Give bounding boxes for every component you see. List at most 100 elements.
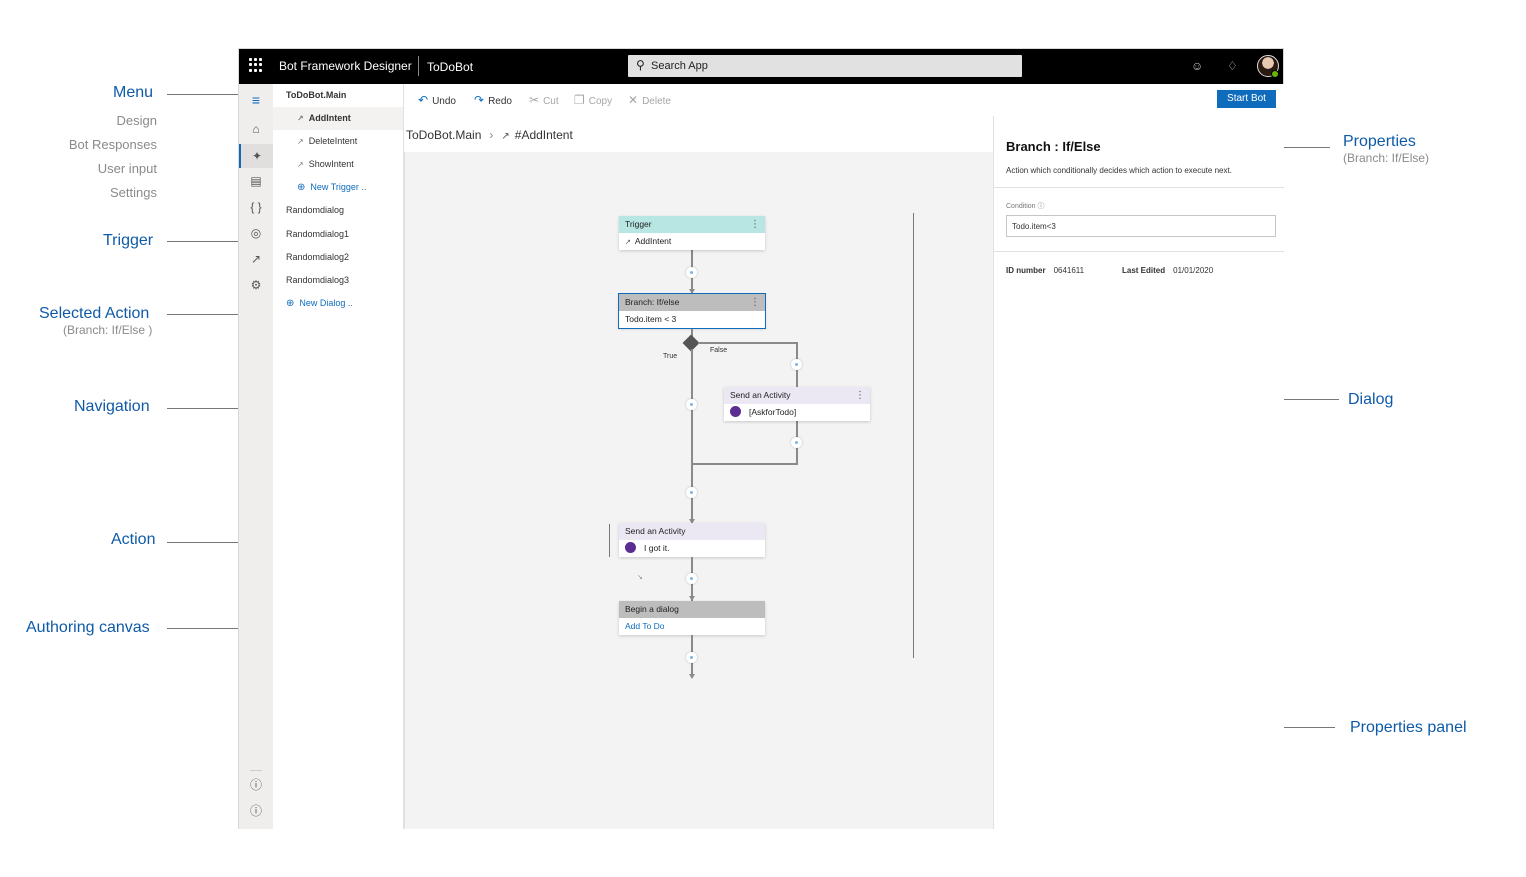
false-activity-value: [AskforTodo] — [749, 407, 797, 417]
help-icon[interactable]: ⓘ — [239, 773, 273, 797]
bell-icon[interactable]: ♢ — [1227, 59, 1238, 73]
more-options-icon[interactable]: ⋮ — [855, 387, 865, 404]
branch-node-title: Branch: If/else — [625, 297, 680, 307]
delete-button[interactable]: ✕ Delete — [628, 93, 671, 107]
home-icon[interactable]: ⌂ — [239, 117, 273, 141]
begin-dialog-node[interactable]: Begin a dialog Add To Do — [619, 601, 765, 635]
breadcrumb-root[interactable]: ToDoBot.Main — [406, 128, 481, 142]
intent-icon: ↗ — [501, 131, 510, 142]
title-divider — [418, 56, 419, 76]
search-icon: ⚲ — [636, 58, 645, 72]
braces-icon[interactable]: { } — [239, 195, 273, 219]
copy-label: Copy — [588, 96, 613, 107]
breadcrumb-current: #AddIntent — [514, 128, 573, 142]
bot-icon[interactable]: ◎ — [239, 221, 273, 245]
trigger-node-value: AddIntent — [634, 236, 672, 246]
activity-node-title: Send an Activity — [625, 526, 686, 536]
activity-node[interactable]: Send an Activity I got it. — [619, 523, 765, 557]
analytics-icon[interactable]: ↗ — [239, 247, 273, 271]
nav-item-label: Randomdialog2 — [286, 252, 350, 262]
info-icon[interactable]: ⓘ — [239, 799, 273, 823]
project-title: ToDoBot — [427, 60, 474, 74]
branch-node-body: Todo.item < 3 — [619, 311, 765, 328]
id-label: ID number — [1006, 266, 1046, 275]
last-edited-label: Last Edited — [1122, 266, 1166, 275]
cut-button[interactable]: ✂ Cut — [529, 93, 559, 107]
redo-label: Redo — [488, 96, 512, 107]
false-activity-body: [AskforTodo] — [724, 404, 870, 421]
search-input[interactable]: ⚲ Search App — [628, 55, 1022, 77]
nav-dialog-randomdialog3[interactable]: Randomdialog3 — [273, 269, 403, 292]
nav-dialog-randomdialog[interactable]: Randomdialog — [273, 199, 403, 222]
false-activity-title: Send an Activity — [730, 390, 791, 400]
flow-connector — [698, 342, 797, 344]
false-activity-header: Send an Activity ⋮ — [724, 387, 870, 404]
nav-trigger-deleteintent[interactable]: ↗ DeleteIntent — [273, 130, 403, 153]
annotation-dialog: Dialog — [1348, 391, 1394, 408]
start-bot-button[interactable]: Start Bot — [1217, 90, 1276, 108]
last-edited-value: 01/01/2020 — [1173, 266, 1214, 275]
trigger-node-header: Trigger ⋮ — [619, 216, 765, 233]
cut-icon: ✂ — [529, 93, 540, 107]
add-action-button[interactable] — [686, 399, 697, 410]
more-options-icon[interactable]: ⋮ — [750, 294, 760, 311]
branch-node[interactable]: Branch: If/else ⋮ Todo.item < 3 — [618, 293, 766, 329]
flow-icon[interactable]: ✦ — [239, 144, 273, 168]
flow-connector — [691, 463, 798, 465]
hamburger-icon[interactable]: ≡ — [239, 88, 273, 112]
canvas-header: ToDoBot.Main › ↗ #AddIntent — [404, 116, 993, 152]
add-action-button[interactable] — [686, 573, 697, 584]
intent-icon: ↗ — [297, 114, 304, 123]
false-activity-node[interactable]: Send an Activity ⋮ [AskforTodo] — [724, 387, 870, 421]
add-action-button[interactable] — [791, 359, 802, 370]
authoring-canvas[interactable] — [404, 152, 993, 829]
help-icon[interactable]: ⓘ — [1038, 203, 1045, 210]
copy-button[interactable]: ❐ Copy — [574, 93, 612, 107]
nav-item-label: ToDoBot.Main — [286, 90, 347, 100]
nav-dialog-todobot-main[interactable]: ToDoBot.Main — [273, 84, 403, 107]
nav-item-label: New Dialog .. — [299, 298, 353, 308]
false-label: False — [710, 347, 728, 354]
add-action-button[interactable] — [686, 652, 697, 663]
redo-button[interactable]: ↷ Redo — [474, 93, 512, 107]
nav-item-label: Randomdialog3 — [286, 275, 350, 285]
activity-node-body: I got it. — [619, 540, 765, 557]
intent-icon: ↗ — [625, 239, 631, 246]
new-dialog-link[interactable]: ⊕ New Dialog .. — [273, 292, 403, 315]
bot-icon — [625, 542, 636, 554]
annotation-navigation: Navigation — [74, 398, 150, 415]
new-trigger-link[interactable]: ⊕ New Trigger .. — [273, 176, 403, 199]
nav-dialog-randomdialog1[interactable]: Randomdialog1 — [273, 223, 403, 246]
nav-dialog-randomdialog2[interactable]: Randomdialog2 — [273, 246, 403, 269]
emoji-icon[interactable]: ☺ — [1191, 59, 1203, 73]
add-action-button[interactable] — [686, 487, 697, 498]
presence-status-icon — [1271, 70, 1279, 78]
undo-button[interactable]: ↶ Undo — [418, 93, 456, 107]
begin-dialog-link[interactable]: Add To Do — [625, 621, 665, 631]
branch-node-header: Branch: If/else ⋮ — [619, 294, 765, 311]
intent-icon: ↗ — [297, 160, 304, 169]
nav-item-label: New Trigger .. — [310, 182, 367, 192]
waffle-icon[interactable] — [249, 58, 263, 72]
trigger-node-body: ↗ AddIntent — [619, 233, 765, 250]
more-options-icon[interactable]: ⋮ — [750, 216, 760, 233]
responses-icon[interactable]: ▤ — [239, 169, 273, 193]
add-action-button[interactable] — [686, 267, 697, 278]
search-placeholder: Search App — [651, 60, 708, 72]
properties-description: Action which conditionally decides which… — [1006, 166, 1232, 175]
bot-icon — [730, 406, 741, 418]
nav-trigger-showintent[interactable]: ↗ ShowIntent — [273, 153, 403, 176]
add-action-button[interactable] — [791, 437, 802, 448]
annotation-selected-action: Selected Action — [39, 305, 150, 322]
nav-trigger-addintent[interactable]: ↗ AddIntent — [273, 107, 403, 130]
cursor-icon: ↘ — [637, 574, 643, 581]
settings-icon[interactable]: ⚙ — [239, 273, 273, 297]
annotation-properties: Properties — [1343, 133, 1416, 150]
begin-dialog-body: Add To Do — [619, 618, 765, 635]
flow-connector — [691, 349, 693, 525]
condition-label-text: Condition — [1006, 203, 1036, 210]
properties-divider — [994, 251, 1284, 252]
trigger-node[interactable]: Trigger ⋮ ↗ AddIntent — [619, 216, 765, 250]
begin-dialog-title: Begin a dialog — [625, 604, 679, 614]
condition-input[interactable] — [1006, 215, 1276, 237]
